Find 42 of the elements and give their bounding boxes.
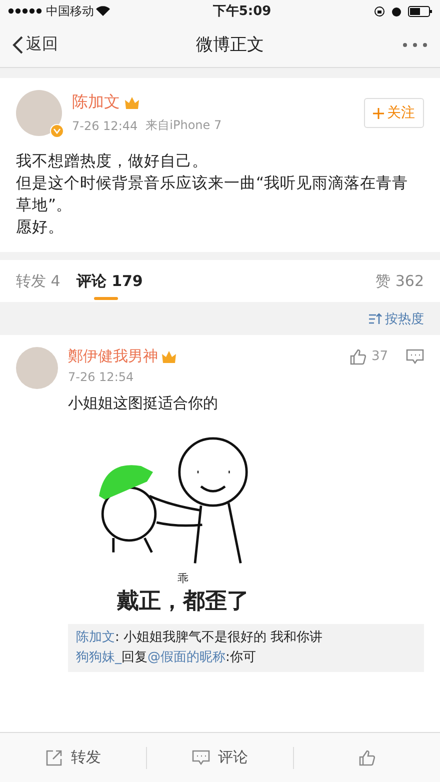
comment-button[interactable]: 评论 (147, 732, 293, 782)
repost-button[interactable]: 转发 (0, 732, 146, 782)
reply-text[interactable]: 陈加文: 小姐姐我脾气不是很好的 我和你讲 (76, 628, 416, 648)
comment-icon (192, 750, 210, 766)
author-name[interactable]: 陈加文 (72, 92, 120, 113)
crown-icon (161, 350, 177, 364)
post-source: 来自iPhone 7 (146, 117, 222, 134)
more-icon[interactable] (402, 42, 428, 48)
sort-button[interactable]: 按热度 (368, 310, 424, 328)
status-time: 下午5:09 (212, 3, 272, 20)
lock-rotation-icon (374, 6, 385, 16)
post-text: 但是这个时候背景音乐应该来一曲“我听见雨滴落在青青草地”。 (16, 173, 410, 216)
wifi-icon (96, 6, 110, 16)
page-title: 微博正文 (196, 34, 264, 56)
reply-text[interactable]: 狗狗妹_回复@假面的昵称:你可 (76, 648, 416, 668)
share-icon (45, 748, 63, 766)
follow-button[interactable]: 关注 (364, 98, 424, 128)
post-text: 我不想蹭热度，做好自己。 (16, 151, 209, 172)
commenter-avatar[interactable] (16, 347, 58, 389)
post-text: 愿好。 (16, 217, 65, 238)
back-button[interactable]: 返回 (12, 34, 58, 55)
likes-tab[interactable]: 赞 362 (376, 260, 424, 302)
thumbs-up-icon (358, 748, 376, 766)
sort-icon (368, 312, 382, 324)
plus-icon (373, 108, 384, 118)
avatar[interactable] (16, 90, 62, 136)
meme-caption: 戴正，都歪了 (117, 588, 249, 616)
crown-icon (124, 96, 140, 110)
meme-label: 乖 (178, 571, 188, 586)
carrier-name: 中国移动 (46, 2, 94, 20)
tab[interactable]: 转发 4 (16, 260, 60, 302)
signal-icon (8, 8, 44, 14)
tab[interactable]: 评论 179 (76, 260, 143, 302)
like-button[interactable]: 37 (349, 348, 388, 366)
commenter-name[interactable]: 鄭伊健我男神 (68, 347, 158, 366)
comment-text: 小姐姐这图挺适合你的 (68, 394, 219, 413)
reply-icon[interactable] (406, 348, 424, 364)
thumbs-up-icon (349, 348, 368, 366)
post-time: 7-26 12:44 (72, 118, 138, 132)
chevron-left-icon (12, 34, 24, 54)
battery-icon (408, 6, 432, 16)
comment-time: 7-26 12:54 (68, 370, 135, 384)
